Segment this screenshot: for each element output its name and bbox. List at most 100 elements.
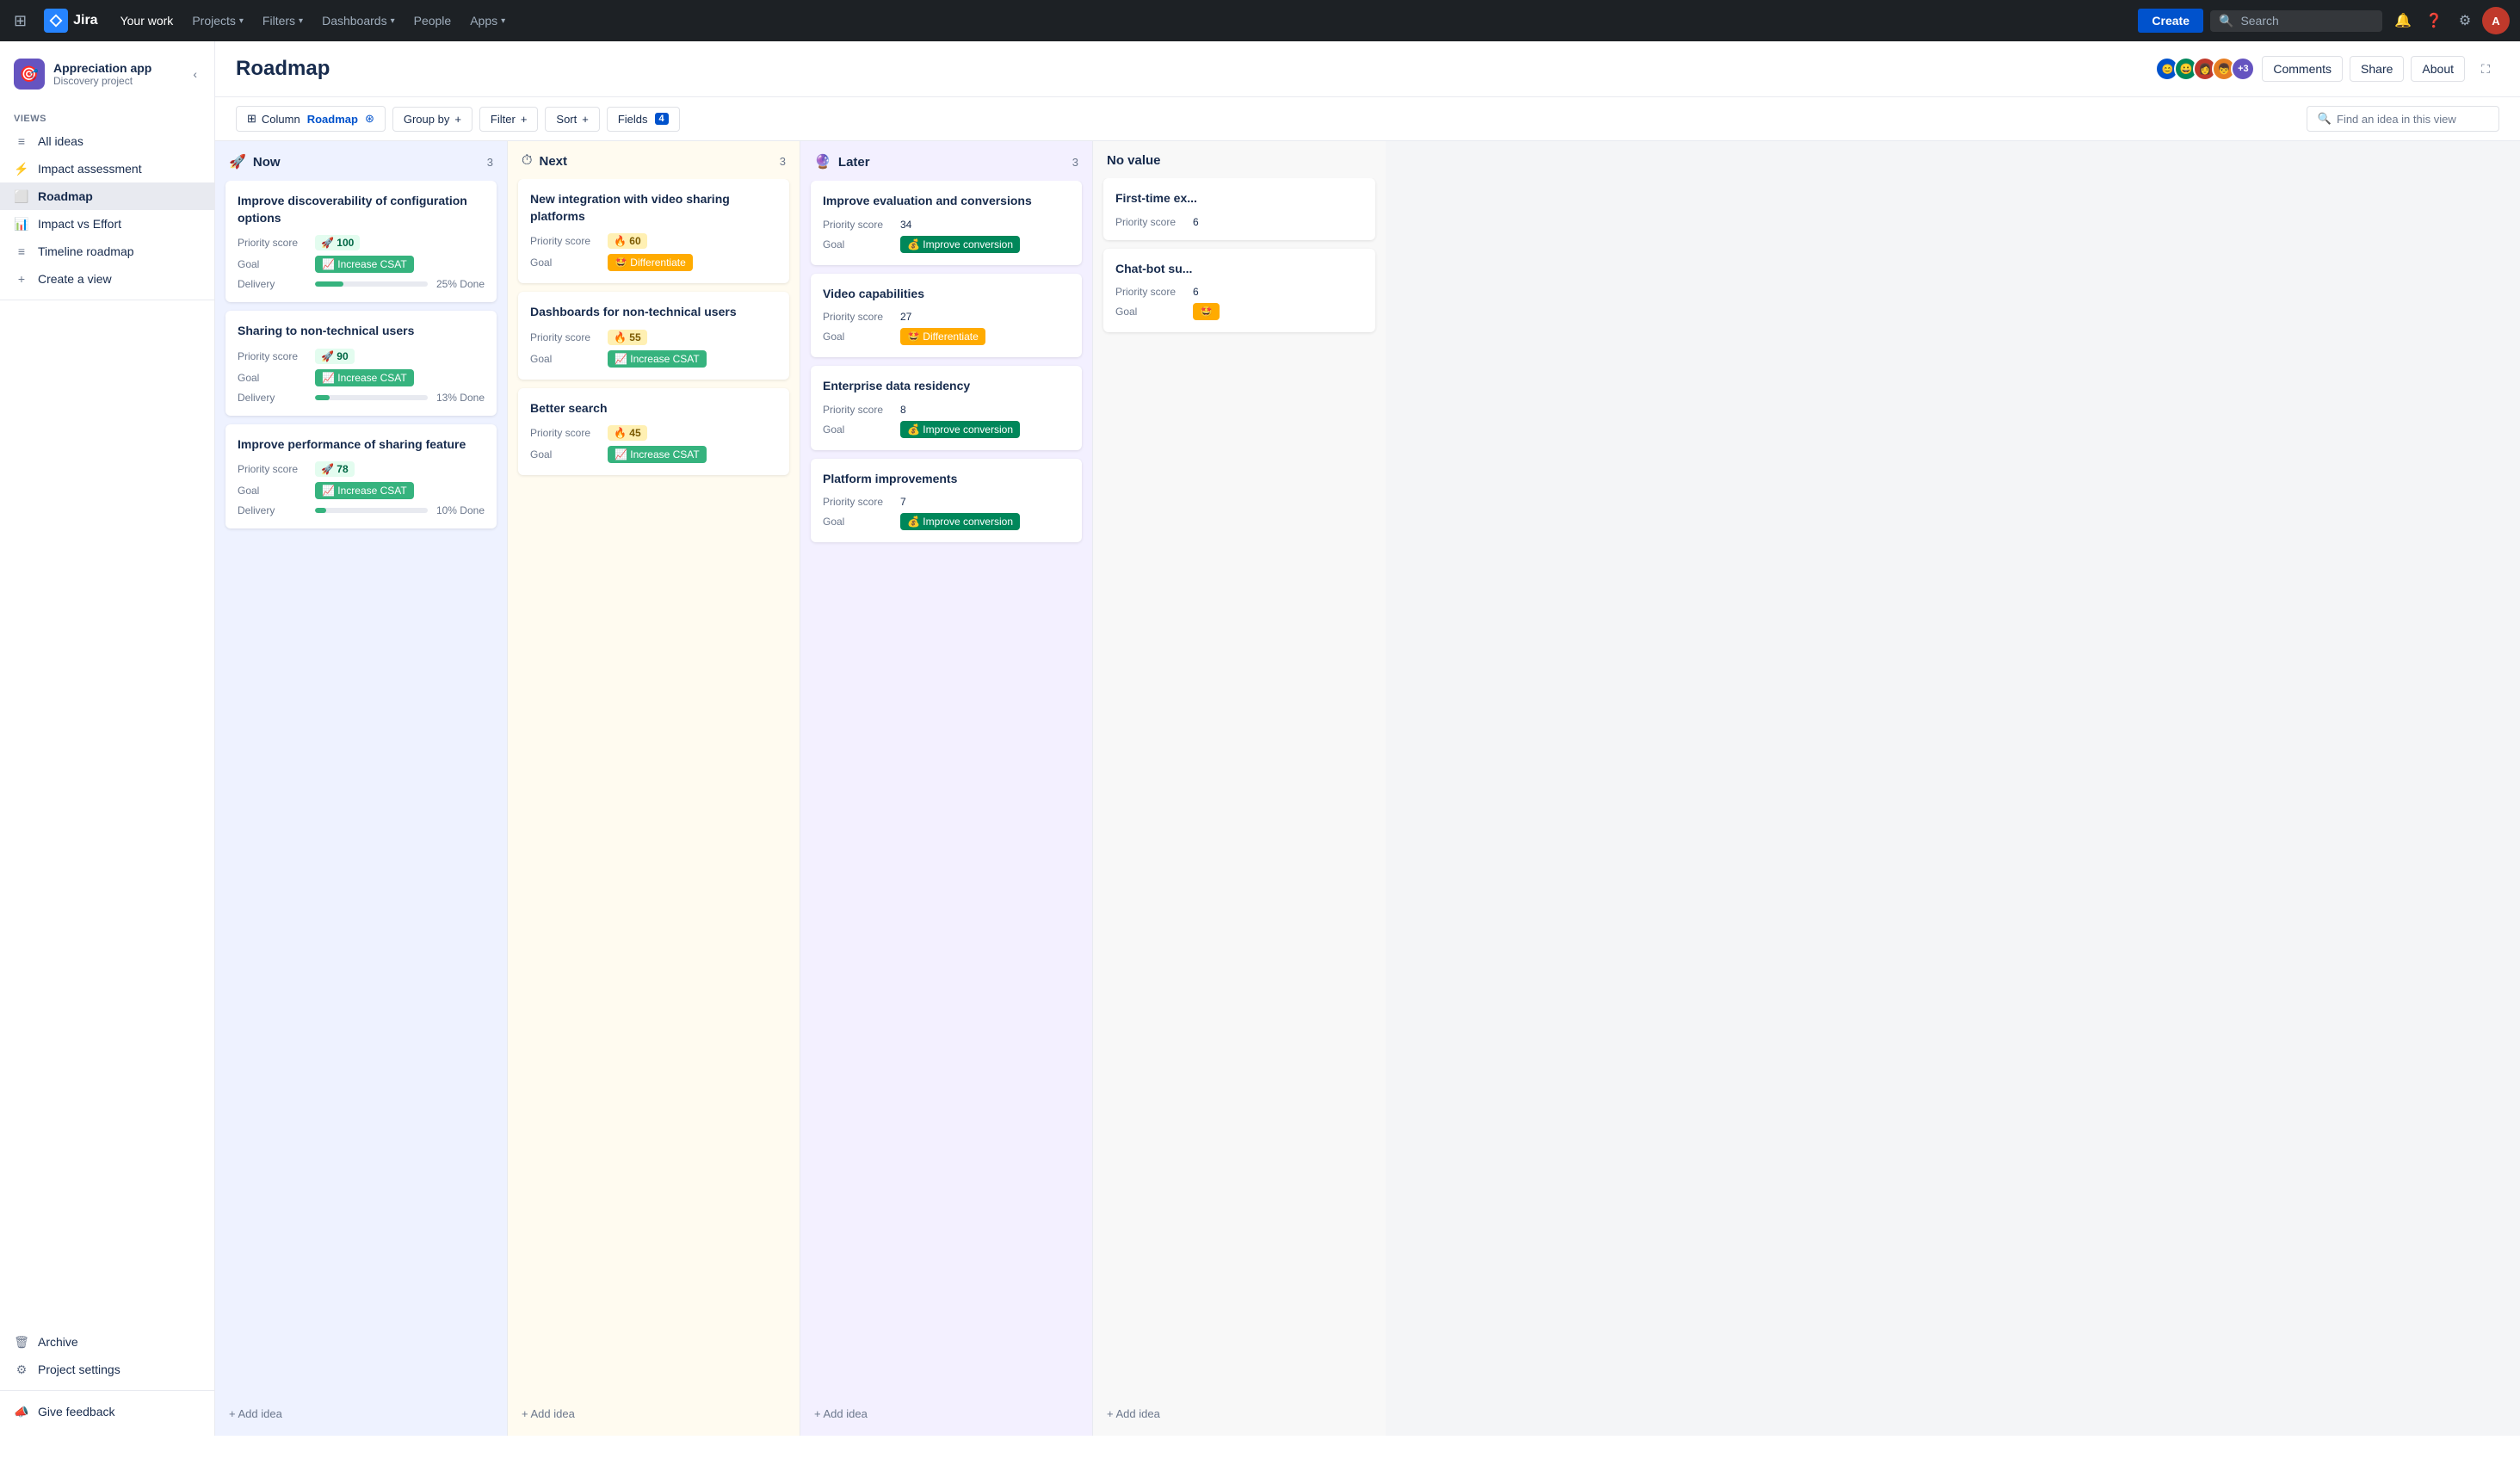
- all-ideas-icon: ≡: [14, 133, 29, 149]
- card-performance-sharing[interactable]: Improve performance of sharing feature P…: [225, 424, 497, 529]
- sidebar-item-all-ideas[interactable]: ≡ All ideas: [0, 127, 214, 155]
- settings-icon[interactable]: ⚙: [2451, 7, 2479, 34]
- card-better-search[interactable]: Better search Priority score 🔥 45 Goal 📈…: [518, 388, 789, 476]
- idea-search-input[interactable]: [2337, 113, 2488, 126]
- card-evaluation-conversions[interactable]: Improve evaluation and conversions Prior…: [811, 181, 1082, 265]
- search-input[interactable]: [2240, 14, 2361, 28]
- sidebar-item-settings[interactable]: ⚙ Project settings: [0, 1356, 214, 1383]
- score-value: 27: [900, 311, 911, 323]
- goal-label: Goal: [823, 423, 892, 436]
- priority-row: Priority score 27: [823, 311, 1070, 323]
- filter-label: Filter: [491, 113, 516, 126]
- card-platform-improvements[interactable]: Platform improvements Priority score 7 G…: [811, 459, 1082, 543]
- delivery-row: Delivery 10% Done: [238, 504, 485, 516]
- goal-label: Goal: [238, 372, 306, 384]
- page-header: Roadmap 😊 😀 👩 👦 +3 Comments Share About …: [215, 41, 2520, 97]
- goal-row: Goal 📈 Increase CSAT: [238, 482, 485, 499]
- feedback-icon: 📣: [14, 1404, 29, 1419]
- score-value: 7: [900, 496, 906, 508]
- sidebar-item-create-view[interactable]: + Create a view: [0, 265, 214, 293]
- add-idea-now[interactable]: + Add idea: [215, 1399, 507, 1429]
- progress-label: 25% Done: [436, 278, 485, 290]
- plus-icon: +: [14, 271, 29, 287]
- card-video-integration[interactable]: New integration with video sharing platf…: [518, 179, 789, 283]
- add-idea-later[interactable]: + Add idea: [800, 1399, 1092, 1429]
- comments-button[interactable]: Comments: [2262, 56, 2343, 82]
- nav-your-work[interactable]: Your work: [112, 9, 182, 33]
- expand-button[interactable]: ⛶: [2472, 55, 2499, 83]
- filter-button[interactable]: Filter +: [479, 107, 538, 132]
- fields-button[interactable]: Fields 4: [607, 107, 680, 132]
- sidebar-collapse-icon[interactable]: ‹: [189, 64, 201, 84]
- sidebar-item-roadmap[interactable]: ⬜ Roadmap: [0, 182, 214, 210]
- idea-search[interactable]: 🔍: [2307, 106, 2499, 132]
- goal-row: Goal 📈 Increase CSAT: [238, 256, 485, 273]
- nav-apps[interactable]: Apps ▾: [461, 9, 514, 33]
- about-button[interactable]: About: [2411, 56, 2465, 82]
- add-idea-next[interactable]: + Add idea: [508, 1399, 800, 1429]
- sidebar-item-impact-effort[interactable]: 📊 Impact vs Effort: [0, 210, 214, 238]
- goal-badge: 🤩: [1193, 303, 1220, 320]
- nav-dashboards[interactable]: Dashboards ▾: [313, 9, 404, 33]
- priority-label: Priority score: [238, 463, 306, 475]
- column-now-header: 🚀 Now 3: [215, 141, 507, 181]
- card-meta: Priority score 🚀 100 Goal 📈 Increase CSA…: [238, 235, 485, 290]
- add-idea-label: + Add idea: [522, 1407, 575, 1420]
- group-by-button[interactable]: Group by +: [392, 107, 472, 132]
- goal-label: Goal: [530, 448, 599, 460]
- goal-label: Goal: [823, 238, 892, 250]
- search-bar[interactable]: 🔍: [2210, 10, 2382, 32]
- progress-label: 10% Done: [436, 504, 485, 516]
- column-no-value: No value First-time ex... Priority score…: [1093, 141, 1386, 1436]
- sidebar-item-label: Archive: [38, 1335, 78, 1349]
- column-later-title: Later: [838, 155, 870, 170]
- nav-people[interactable]: People: [405, 9, 460, 33]
- user-avatar[interactable]: A: [2482, 7, 2510, 34]
- card-video-capabilities[interactable]: Video capabilities Priority score 27 Goa…: [811, 274, 1082, 358]
- priority-row: Priority score 34: [823, 219, 1070, 231]
- card-dashboards-nontechnical[interactable]: Dashboards for non-technical users Prior…: [518, 292, 789, 380]
- card-title: Better search: [530, 400, 777, 417]
- column-no-value-title: No value: [1107, 153, 1161, 168]
- goal-label: Goal: [238, 258, 306, 270]
- delivery-label: Delivery: [238, 278, 306, 290]
- card-enterprise-residency[interactable]: Enterprise data residency Priority score…: [811, 366, 1082, 450]
- settings-icon: ⚙: [14, 1362, 29, 1377]
- priority-row: Priority score 🚀 90: [238, 349, 485, 364]
- nav-links: Your work Projects ▾ Filters ▾ Dashboard…: [112, 9, 2132, 33]
- sort-button[interactable]: Sort +: [545, 107, 599, 132]
- sidebar-item-impact-assessment[interactable]: ⚡ Impact assessment: [0, 155, 214, 182]
- project-header[interactable]: 🎯 Appreciation app Discovery project ‹: [0, 52, 214, 100]
- create-button[interactable]: Create: [2138, 9, 2203, 33]
- grid-icon[interactable]: ⊞: [10, 9, 30, 34]
- header-actions: 😊 😀 👩 👦 +3 Comments Share About ⛶: [2155, 55, 2499, 83]
- goal-label: Goal: [530, 256, 599, 269]
- column-now-title: Now: [253, 155, 281, 170]
- card-discoverability[interactable]: Improve discoverability of configuration…: [225, 181, 497, 302]
- card-first-time[interactable]: First-time ex... Priority score 6: [1103, 178, 1375, 240]
- add-idea-no-value[interactable]: + Add idea: [1093, 1399, 1386, 1429]
- sidebar-item-label: Project settings: [38, 1363, 120, 1376]
- nav-icon-group: 🔔 ❓ ⚙ A: [2389, 7, 2510, 34]
- nav-projects[interactable]: Projects ▾: [183, 9, 252, 33]
- column-button[interactable]: ⊞ Column Roadmap ⊛: [236, 106, 386, 132]
- nav-filters[interactable]: Filters ▾: [254, 9, 312, 33]
- impact-icon: ⚡: [14, 161, 29, 176]
- sidebar-item-feedback[interactable]: 📣 Give feedback: [0, 1398, 214, 1425]
- jira-logo[interactable]: Jira: [37, 9, 104, 33]
- goal-badge: 💰 Improve conversion: [900, 236, 1020, 253]
- notifications-icon[interactable]: 🔔: [2389, 7, 2417, 34]
- sidebar-item-label: Impact vs Effort: [38, 217, 121, 231]
- card-title: Platform improvements: [823, 471, 1070, 488]
- sidebar-item-timeline[interactable]: ≡ Timeline roadmap: [0, 238, 214, 265]
- views-section: VIEWS ≡ All ideas ⚡ Impact assessment ⬜ …: [0, 107, 214, 293]
- card-meta: Priority score 🔥 60 Goal 🤩 Differentiate: [530, 233, 777, 271]
- card-chatbot[interactable]: Chat-bot su... Priority score 6 Goal 🤩: [1103, 249, 1375, 333]
- card-title: Improve discoverability of configuration…: [238, 193, 485, 226]
- share-button[interactable]: Share: [2350, 56, 2404, 82]
- card-sharing-nontechnical[interactable]: Sharing to non-technical users Priority …: [225, 311, 497, 416]
- help-icon[interactable]: ❓: [2420, 7, 2448, 34]
- card-title: Sharing to non-technical users: [238, 323, 485, 340]
- sidebar-item-archive[interactable]: 🗑 Archive: [0, 1328, 214, 1356]
- card-meta: Priority score 7 Goal 💰 Improve conversi…: [823, 496, 1070, 530]
